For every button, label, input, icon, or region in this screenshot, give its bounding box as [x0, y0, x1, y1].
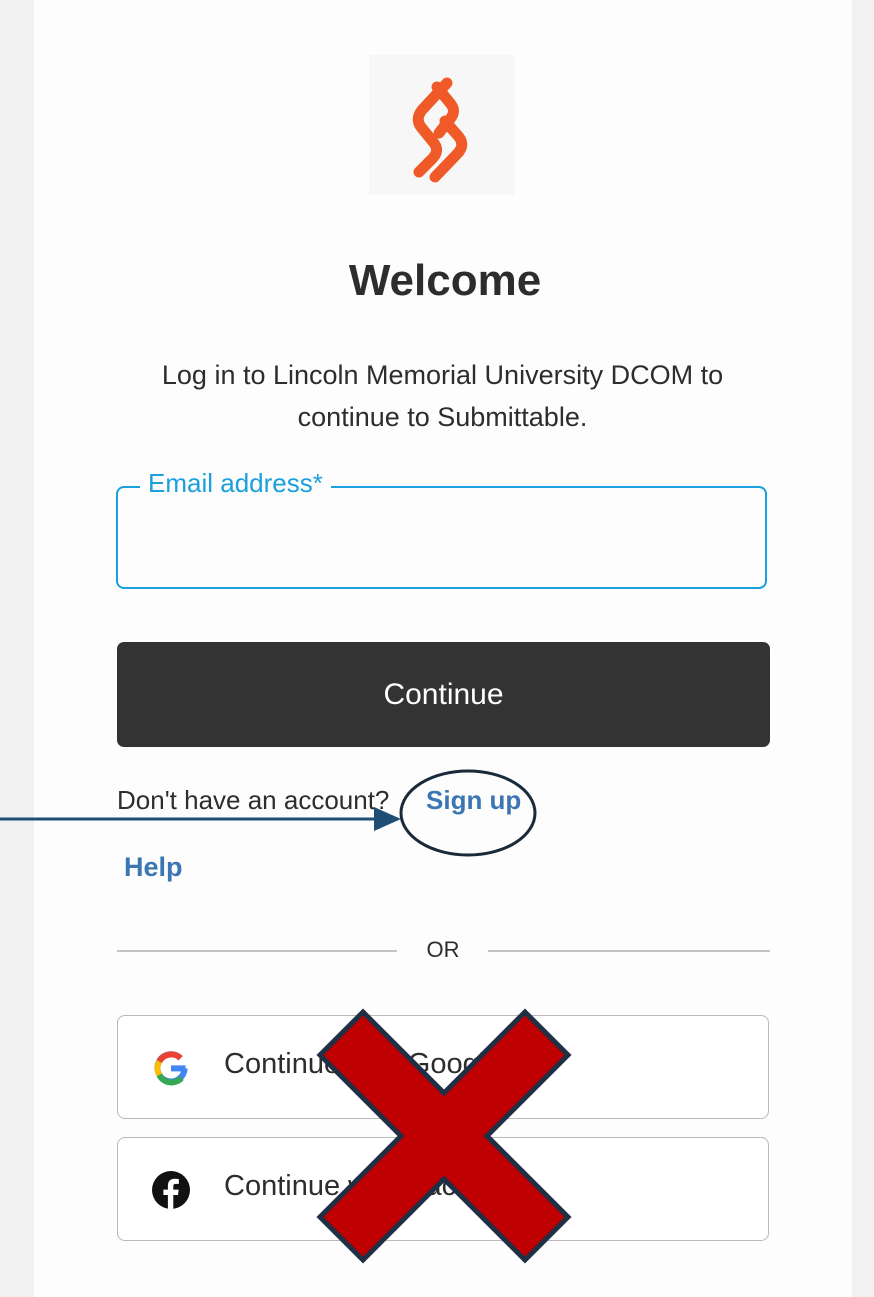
divider-line-right — [488, 950, 770, 952]
submittable-s-logo-icon — [412, 77, 468, 183]
no-account-text: Don't have an account? — [117, 785, 390, 815]
divider-line-left — [117, 950, 397, 952]
or-divider-label: OR — [426, 937, 460, 962]
continue-with-facebook-button[interactable]: Continue with Facebook — [117, 1137, 769, 1241]
google-g-icon — [154, 1051, 188, 1086]
sign-up-link[interactable]: Sign up — [426, 785, 521, 816]
email-field-label: Email address* — [140, 468, 331, 499]
facebook-icon — [152, 1171, 190, 1209]
facebook-button-label: Continue with Facebook — [224, 1170, 536, 1202]
right-gutter — [852, 0, 874, 1297]
email-input[interactable] — [130, 510, 754, 572]
help-link[interactable]: Help — [124, 852, 183, 883]
google-button-label: Continue with Google — [224, 1048, 502, 1080]
page-title: Welcome — [348, 256, 542, 305]
login-subtitle: Log in to Lincoln Memorial University DC… — [161, 360, 724, 432]
continue-with-google-button[interactable]: Continue with Google — [117, 1015, 769, 1119]
left-gutter — [0, 0, 34, 1297]
logo — [369, 55, 514, 195]
continue-button[interactable]: Continue — [117, 642, 770, 747]
